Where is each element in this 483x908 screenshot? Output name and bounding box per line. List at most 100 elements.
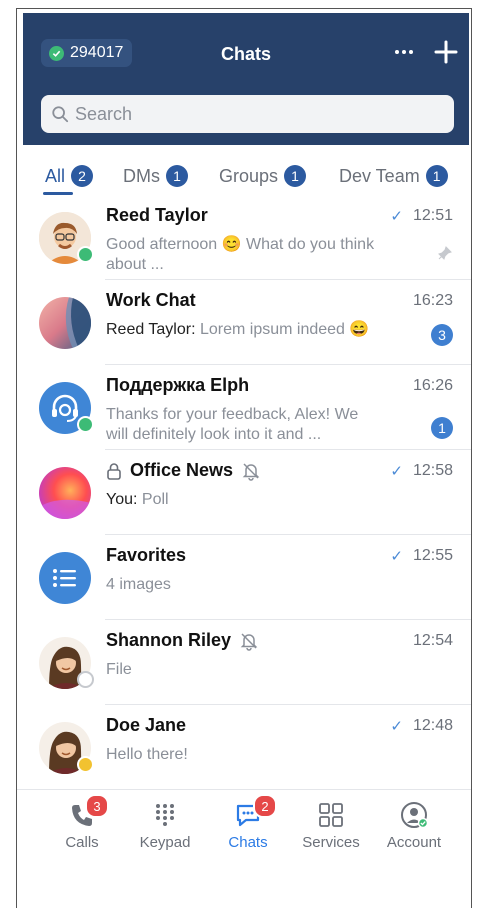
read-check-icon: ✓	[390, 548, 403, 565]
away-status-dot	[77, 756, 94, 773]
keypad-icon	[156, 804, 174, 826]
tab-label: DMs	[123, 165, 160, 186]
chat-name-text: Work Chat	[106, 290, 196, 310]
avatar	[39, 382, 94, 434]
nav-badge: 3	[85, 794, 109, 818]
nav-chats[interactable]: 2 Chats	[203, 794, 293, 851]
chat-name-text: Shannon Riley	[106, 630, 232, 650]
avatar	[39, 722, 94, 774]
tab-label: Groups	[219, 165, 279, 186]
header: 294017 Chats Search	[23, 13, 469, 145]
chat-meta: 12:54	[413, 632, 453, 650]
chat-meta: ✓ 12:58	[390, 462, 453, 480]
chat-time: 16:26	[412, 377, 453, 394]
grid-icon	[319, 803, 343, 827]
tab-label: Dev Team	[339, 165, 420, 186]
read-check-icon: ✓	[390, 718, 403, 735]
chat-name: Work Chat	[106, 290, 196, 311]
chat-preview: You: Poll	[106, 490, 376, 510]
chat-name-text: Doe Jane	[106, 715, 187, 735]
chat-time: 12:58	[412, 462, 453, 479]
nav-services[interactable]: Services	[286, 800, 376, 851]
chat-filter-tabs: All 2 DMs 1 Groups 1 Dev Team 1	[17, 159, 471, 195]
offline-status-dot	[77, 671, 94, 688]
preview-sender: Reed Taylor:	[106, 321, 196, 338]
tab-all[interactable]: All 2	[45, 165, 94, 187]
chat-name-text: Favorites	[106, 545, 187, 565]
chat-time: 12:55	[412, 547, 453, 564]
more-horizontal-icon	[395, 50, 399, 54]
chat-time: 12:48	[412, 717, 453, 734]
chat-preview: File	[106, 661, 132, 678]
list-icon	[53, 569, 76, 587]
pin-icon	[437, 245, 453, 266]
preview-text: Lorem ipsum indeed 😄	[199, 321, 370, 338]
chat-row[interactable]: Shannon Riley 12:54 File	[17, 620, 471, 705]
chat-meta: ✓ 12:48	[390, 717, 453, 735]
chat-meta: 16:26	[413, 377, 453, 395]
chat-name: Reed Taylor	[106, 205, 208, 226]
new-chat-button[interactable]	[433, 39, 459, 65]
chat-meta: ✓ 12:55	[390, 547, 453, 565]
preview-text: Poll	[141, 491, 169, 508]
nav-label: Account	[386, 834, 442, 851]
chat-name-text: Поддержка Elph	[106, 375, 250, 395]
chat-row[interactable]: Поддержка Elph 16:26 Thanks for your fee…	[17, 365, 471, 450]
nav-calls[interactable]: 3 Calls	[37, 794, 127, 851]
avatar	[39, 212, 94, 264]
chat-row[interactable]: Favorites ✓ 12:55 4 images	[17, 535, 471, 620]
search-icon	[52, 106, 69, 123]
chat-name-text: Office News	[130, 460, 234, 480]
online-status-dot	[77, 416, 94, 433]
chat-row[interactable]: Office News ✓ 12:58 You: Poll	[17, 450, 471, 535]
chat-time: 16:23	[412, 292, 453, 309]
nav-label: Calls	[65, 834, 99, 851]
search-placeholder: Search	[75, 103, 133, 124]
nav-label: Chats	[228, 834, 268, 851]
unread-count-badge: 1	[431, 417, 453, 439]
tab-dev-team[interactable]: Dev Team 1	[339, 165, 448, 187]
chat-row[interactable]: Work Chat 16:23 Reed Taylor: Lorem ipsum…	[17, 280, 471, 365]
tab-label: All	[45, 165, 66, 186]
chat-preview: 4 images	[106, 576, 171, 593]
nav-account[interactable]: Account	[369, 800, 459, 851]
chat-name: Office News	[106, 460, 261, 481]
more-button[interactable]	[391, 41, 417, 63]
tab-count-badge: 1	[166, 165, 188, 187]
chat-row[interactable]: Reed Taylor ✓ 12:51 Good afternoon 😊 Wha…	[17, 195, 471, 280]
avatar	[39, 552, 91, 604]
muted-bell-icon	[242, 462, 260, 481]
nav-label: Keypad	[139, 834, 191, 851]
chat-name: Поддержка Elph	[106, 375, 249, 396]
chat-preview: Hello there!	[106, 746, 188, 763]
chat-row[interactable]: Doe Jane ✓ 12:48 Hello there!	[17, 705, 471, 790]
chat-time: 12:54	[412, 632, 453, 649]
muted-bell-icon	[240, 632, 258, 651]
tab-groups[interactable]: Groups 1	[219, 165, 307, 187]
bottom-nav: 3 Calls Keypad 2 Chats Services Account	[17, 789, 471, 862]
tab-count-badge: 1	[425, 165, 448, 187]
chat-meta: ✓ 12:51	[390, 207, 453, 225]
tab-dms[interactable]: DMs 1	[123, 165, 188, 187]
account-icon	[401, 802, 429, 829]
chat-preview: Thanks for your feedback, Alex! We will …	[106, 406, 359, 443]
read-check-icon: ✓	[390, 208, 403, 225]
read-check-icon: ✓	[390, 463, 403, 480]
chat-name-text: Reed Taylor	[106, 205, 208, 225]
avatar	[39, 467, 91, 519]
unread-count-badge: 3	[431, 324, 453, 346]
nav-keypad[interactable]: Keypad	[120, 800, 210, 851]
search-input[interactable]: Search	[41, 95, 454, 133]
nav-badge: 2	[253, 794, 277, 818]
preview-sender: You:	[106, 491, 138, 508]
avatar	[39, 637, 94, 689]
lock-icon	[107, 462, 121, 480]
tab-count-badge: 2	[71, 165, 94, 187]
nav-label: Services	[302, 834, 360, 851]
chat-name: Doe Jane	[106, 715, 186, 736]
chat-preview: Reed Taylor: Lorem ipsum indeed 😄	[106, 320, 376, 340]
app-frame: 294017 Chats Search All 2 DMs 1 Groups 1…	[16, 8, 472, 908]
tab-count-badge: 1	[284, 165, 307, 187]
avatar	[39, 297, 91, 349]
more-dot	[402, 50, 406, 54]
